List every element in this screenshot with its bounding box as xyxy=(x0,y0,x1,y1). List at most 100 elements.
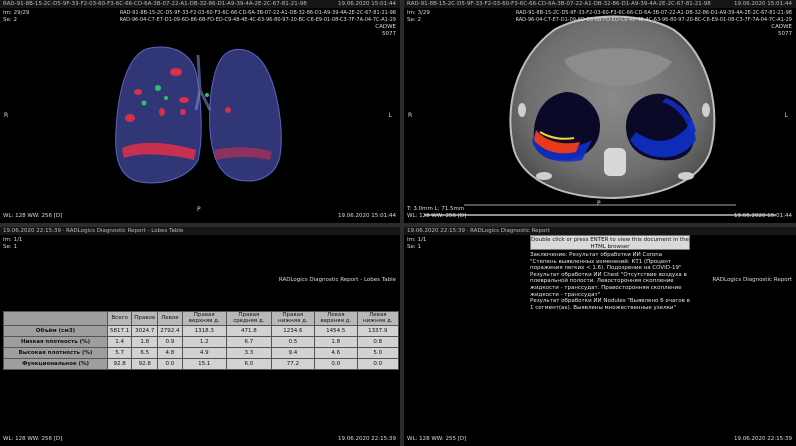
lesion-red xyxy=(225,107,231,113)
patient-id-line-1: RAD-91-8B-15-2C-D5-9F-33-F2-03-60-F3-6C-… xyxy=(515,10,792,16)
table-cell: 1318.3 xyxy=(181,325,227,337)
lesion-green xyxy=(164,96,168,100)
row-label: Объём (см3) xyxy=(3,325,108,337)
column-header: Правое xyxy=(131,311,159,326)
table-cell: 4.9 xyxy=(181,347,227,359)
lesion-green xyxy=(141,100,147,106)
orientation-left: R xyxy=(408,112,413,119)
row-label: Низкая плотность (%) xyxy=(3,336,108,348)
lesion-red xyxy=(134,89,142,95)
titlebar-text: 19.06.2020 22:15:39 · RADLogics Diagnost… xyxy=(407,228,550,234)
table-cell: 1337.9 xyxy=(356,325,400,337)
window-level: WL: 128 WW: 256 [D] xyxy=(407,213,467,219)
table-cell: 6.0 xyxy=(225,358,272,370)
series-number: Se: 1 xyxy=(3,244,17,250)
rib xyxy=(702,103,710,117)
table-cell: 1.2 xyxy=(181,336,227,348)
table-row: Высокая плотность (%) 5.7 6.5 4.8 4.9 3.… xyxy=(3,347,400,359)
left-lung-volume xyxy=(209,48,282,182)
series-number: Se: 2 xyxy=(407,17,421,23)
window-level: WL: 128 WW: 255 [D] xyxy=(407,436,467,442)
spine xyxy=(604,148,626,176)
table-cell: 3024.7 xyxy=(131,325,159,337)
rib xyxy=(536,172,552,180)
table-cell: 0.8 xyxy=(356,336,400,348)
table-cell: 1234.6 xyxy=(270,325,315,337)
airway xyxy=(194,54,212,111)
table-cell: 6.5 xyxy=(131,347,159,359)
table-cell: 4.8 xyxy=(157,347,183,359)
lesion-red xyxy=(125,114,135,122)
table-cell: 6.7 xyxy=(225,336,272,348)
lesion-red xyxy=(170,68,182,76)
open-html-browser-button[interactable]: Double click or press ENTER to view this… xyxy=(530,235,690,250)
orientation-right: L xyxy=(784,112,788,119)
row-label: Функциональное (%) xyxy=(3,358,108,370)
orientation-right: L xyxy=(388,112,392,119)
table-cell: 3.3 xyxy=(225,347,272,359)
table-cell: 0.0 xyxy=(356,358,400,370)
column-header: Всего xyxy=(106,311,133,326)
table-cell: 77.2 xyxy=(270,358,315,370)
lesion-red xyxy=(179,97,189,103)
series-number: Se: 1 xyxy=(407,244,421,250)
report-title: RADLogics Diagnostic Report - Lobes Tabl… xyxy=(278,277,396,283)
slice-thickness: T: 3.0mm L: 71.5mm xyxy=(407,206,465,212)
table-cell: 5.0 xyxy=(356,347,400,359)
table-row: Объём (см3) 5817.1 3024.7 2792.4 1318.3 … xyxy=(3,325,400,337)
rib xyxy=(678,172,694,180)
column-header: Правая нижняя д. xyxy=(270,311,315,326)
report-title: RADLogics Diagnostic Report xyxy=(712,277,792,283)
image-counter: Im: 1/1 xyxy=(3,237,23,243)
table-cell: 0.5 xyxy=(270,336,315,348)
orientation-bottom: P xyxy=(597,200,601,207)
column-header: Левая нижняя д. xyxy=(356,311,400,326)
study-date: 19.06.2020 15:01:44 xyxy=(338,213,396,219)
image-counter: Im: 1/1 xyxy=(407,237,427,243)
viewport-diagnostic-report[interactable]: 19.06.2020 22:15:39 · RADLogics Diagnost… xyxy=(404,227,796,446)
viewport-3d-lungs[interactable]: RAD-91-8B-15-2C-D5-9F-33-F2-03-60-F3-6C-… xyxy=(0,0,400,223)
table-cell: 4.6 xyxy=(313,347,358,359)
viewport-titlebar: 19.06.2020 22:15:39 · RADLogics Diagnost… xyxy=(404,227,796,235)
table-cell: 9.4 xyxy=(270,347,315,359)
corner-info-1: CADWE xyxy=(771,24,792,30)
lobes-table: Всего Правое Левое Правая верхняя д. Пра… xyxy=(3,311,400,370)
viewport-titlebar: 19.06.2020 22:15:39 · RADLogics Diagnost… xyxy=(0,227,400,235)
lung-3d-render xyxy=(115,46,282,184)
window-level: WL: 128 WW: 256 [D] xyxy=(3,213,63,219)
table-cell: 5.7 xyxy=(106,347,133,359)
table-cell: 5817.1 xyxy=(106,325,133,337)
table-cell: 0.9 xyxy=(157,336,183,348)
table-cell: 0.0 xyxy=(157,358,183,370)
rib xyxy=(518,103,526,117)
table-cell: 1.8 xyxy=(313,336,358,348)
axial-ct-image xyxy=(424,15,776,216)
table-cell: 92.8 xyxy=(106,358,133,370)
table-corner xyxy=(3,311,108,326)
titlebar-text: 19.06.2020 22:15:39 · RADLogics Diagnost… xyxy=(3,228,184,234)
patient-id-line-2: RAD-96-04-C7-E7-D1-09-6D-86-6B-FD-ED-C9-… xyxy=(515,17,792,23)
table-cell: 1.4 xyxy=(106,336,133,348)
table-cell: 1.8 xyxy=(131,336,159,348)
table-row: Низкая плотность (%) 1.4 1.8 0.9 1.2 6.7… xyxy=(3,336,400,348)
table-cell: 0.0 xyxy=(313,358,358,370)
report-conclusion: Заключение: Результат обработки ИИ Coron… xyxy=(530,252,690,311)
viewport-axial-ct[interactable]: RAD-91-8B-15-2C-D5-9F-33-F2-03-60-F3-6C-… xyxy=(404,0,796,223)
table-cell: 2792.4 xyxy=(157,325,183,337)
column-header: Правая верхняя д. xyxy=(181,311,227,326)
lesion-red xyxy=(159,108,165,116)
study-date: 19.06.2020 22:15:39 xyxy=(734,436,792,442)
column-header: Правая средняя д. xyxy=(225,311,272,326)
window-level: WL: 128 WW: 256 [D] xyxy=(3,436,63,442)
table-cell: 92.8 xyxy=(131,358,159,370)
lesion-green xyxy=(155,85,161,91)
lesion-red xyxy=(180,109,186,115)
table-cell: 15.1 xyxy=(181,358,227,370)
study-date: 19.06.2020 15:01:44 xyxy=(734,213,792,219)
orientation-bottom: P xyxy=(197,206,201,213)
table-cell: 471.8 xyxy=(225,325,272,337)
viewport-lobes-report[interactable]: 19.06.2020 22:15:39 · RADLogics Diagnost… xyxy=(0,227,400,446)
corner-info-2: 5077 xyxy=(778,31,792,37)
orientation-left: R xyxy=(4,112,9,119)
table-header-row: Всего Правое Левое Правая верхняя д. Пра… xyxy=(3,311,400,326)
